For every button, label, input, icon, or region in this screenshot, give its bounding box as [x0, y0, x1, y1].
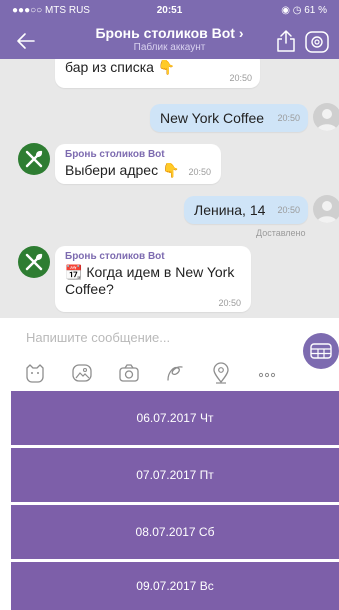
message-text: New York Coffee — [160, 110, 265, 126]
battery-label: ◉ ◷ 61 % — [281, 5, 327, 16]
person-icon — [317, 109, 337, 131]
more-icon[interactable] — [256, 362, 278, 384]
user-avatar[interactable] — [313, 103, 339, 131]
message-bubble-outgoing[interactable]: New York Coffee 20:50 — [150, 104, 308, 132]
delivery-status: Доставлено — [256, 228, 306, 238]
chat-subtitle: Паблик аккаунт — [133, 42, 206, 53]
message-bubble-incoming[interactable]: бар из списка 👇 20:50 — [55, 59, 260, 88]
location-pin-icon[interactable] — [210, 362, 232, 384]
viber-logo-icon[interactable] — [305, 31, 329, 53]
bot-avatar[interactable] — [18, 246, 50, 278]
chat-header: ●●●○○ MTS RUS 20:51 ◉ ◷ 61 % Бронь столи… — [0, 0, 339, 59]
keyboard-button-date[interactable]: 08.07.2017 Сб — [11, 505, 339, 559]
message-time: 20:50 — [188, 167, 211, 177]
message-sender: Бронь столиков Bot — [65, 149, 165, 160]
doodle-icon[interactable] — [164, 362, 186, 384]
message-text: Ленина, 14 — [194, 202, 266, 218]
keyboard-button-date[interactable]: 07.07.2017 Пт — [11, 448, 339, 502]
message-time: 20:50 — [229, 73, 252, 83]
message-bubble-outgoing[interactable]: Ленина, 14 20:50 — [184, 196, 308, 224]
message-text: Выбери адрес 👇 — [65, 162, 180, 178]
fork-knife-icon — [25, 253, 43, 271]
camera-icon[interactable] — [118, 362, 140, 384]
bot-keyboard-button[interactable] — [303, 333, 339, 369]
message-time: 20:50 — [277, 113, 300, 123]
fork-knife-icon — [25, 150, 43, 168]
chat-area[interactable]: бар из списка 👇 20:50 New York Coffee 20… — [0, 59, 339, 318]
status-bar: ●●●○○ MTS RUS 20:51 ◉ ◷ 61 % — [0, 0, 339, 20]
sticker-icon[interactable] — [24, 362, 46, 384]
message-bubble-incoming[interactable]: Бронь столиков Bot Выбери адрес 👇 20:50 — [55, 144, 221, 184]
message-bubble-incoming[interactable]: Бронь столиков Bot 📆 Когда идем в New Yo… — [55, 246, 251, 312]
keyboard-grid-icon — [310, 343, 332, 359]
keyboard-button-date[interactable]: 09.07.2017 Вс — [11, 562, 339, 610]
message-time: 20:50 — [218, 298, 241, 308]
person-icon — [317, 201, 337, 223]
message-time: 20:50 — [277, 205, 300, 215]
back-arrow-icon[interactable] — [14, 29, 38, 53]
chat-title: Бронь столиков Bot › — [95, 25, 244, 41]
alarm-icon: ◉ ◷ — [281, 5, 305, 16]
message-sender: Бронь столиков Bot — [65, 251, 165, 262]
share-icon[interactable] — [275, 29, 297, 53]
message-text: 📆 Когда идем в New York Coffee? — [65, 264, 235, 297]
bot-keyboard: 06.07.2017 Чт 07.07.2017 Пт 08.07.2017 С… — [11, 390, 339, 610]
keyboard-button-date[interactable]: 06.07.2017 Чт — [11, 391, 339, 445]
chat-title-block[interactable]: Бронь столиков Bot › Паблик аккаунт — [70, 25, 269, 53]
bot-avatar[interactable] — [18, 143, 50, 175]
user-avatar[interactable] — [313, 195, 339, 223]
gallery-icon[interactable] — [71, 362, 93, 384]
message-composer: Напишите сообщение... — [0, 318, 339, 390]
message-input[interactable]: Напишите сообщение... — [26, 330, 170, 345]
message-text: бар из списка 👇 — [65, 59, 176, 75]
